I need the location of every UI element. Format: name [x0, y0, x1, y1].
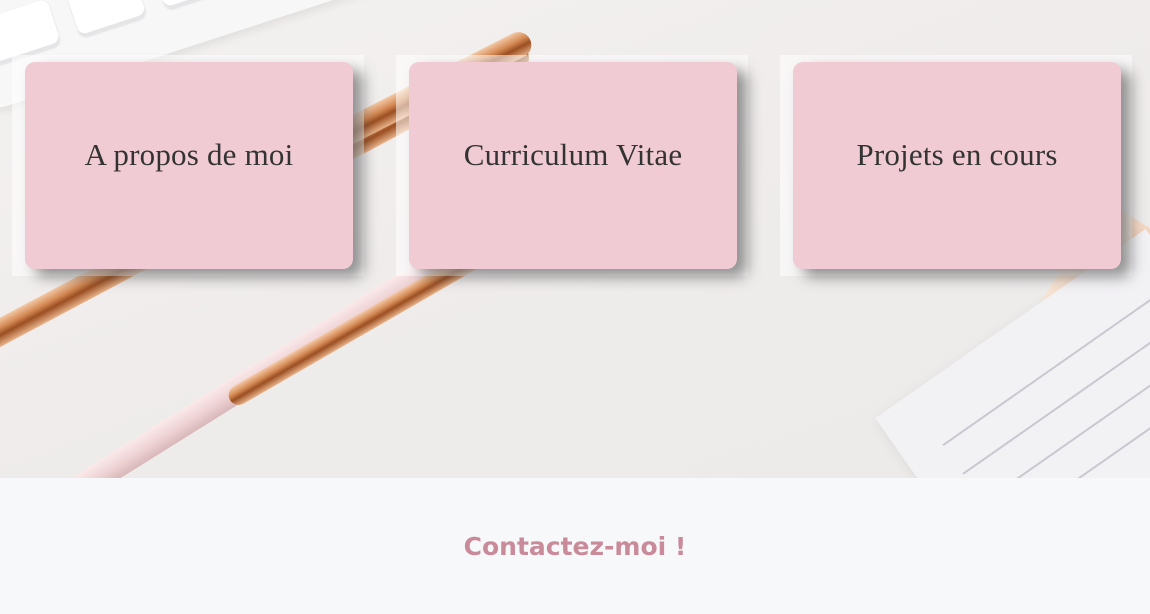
notepad-line	[942, 295, 1150, 446]
contact-link[interactable]: Contactez-moi !	[464, 532, 687, 561]
card-label: Projets en cours	[856, 136, 1058, 172]
current-projects-card[interactable]: Projets en cours	[793, 62, 1121, 269]
about-me-card[interactable]: A propos de moi	[25, 62, 353, 269]
footer: Contactez-moi !	[0, 478, 1150, 614]
notepad-line	[982, 352, 1150, 478]
card-label: Curriculum Vitae	[463, 136, 683, 172]
card-label: A propos de moi	[84, 136, 294, 172]
curriculum-vitae-card[interactable]: Curriculum Vitae	[409, 62, 737, 269]
option-key-label: option	[169, 0, 213, 1]
hero-banner: option A propos de moi Curriculum Vitae …	[0, 0, 1150, 478]
option-key: option	[151, 0, 233, 11]
keyboard-key	[65, 0, 148, 39]
